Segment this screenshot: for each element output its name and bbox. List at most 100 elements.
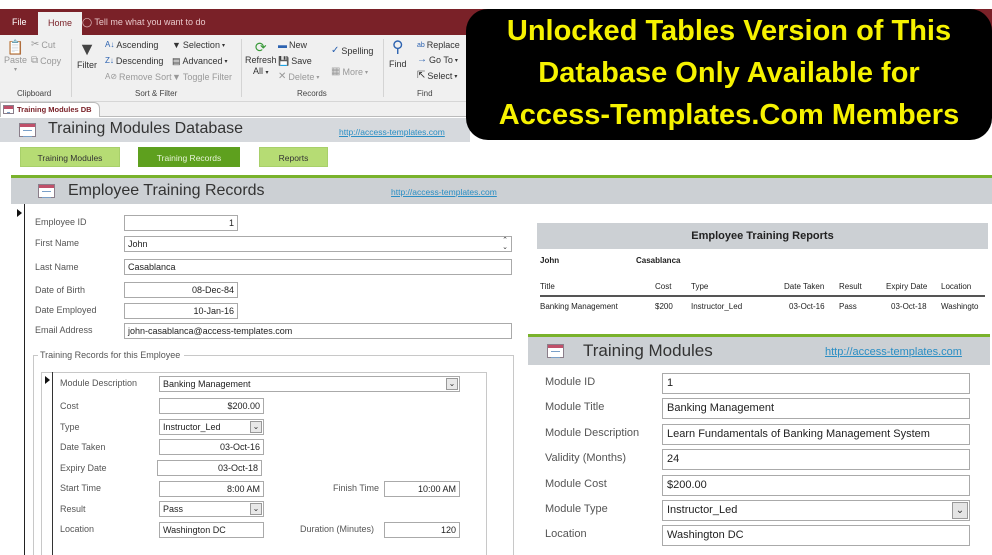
- arrow-right-icon: →: [417, 54, 427, 65]
- select-button[interactable]: ⇱ Select ▾: [417, 71, 457, 82]
- date-employed-field[interactable]: 10-Jan-16: [124, 303, 238, 319]
- cost-field[interactable]: $200.00: [159, 398, 264, 414]
- sort-descending-icon: Z↓: [105, 56, 114, 65]
- module-id-field[interactable]: 1: [662, 373, 970, 394]
- chevron-down-icon[interactable]: ⌄: [250, 421, 262, 433]
- location-field[interactable]: Washington DC: [662, 525, 970, 546]
- last-name-field[interactable]: Casablanca: [124, 259, 512, 275]
- remove-sort-icon: A⊘: [105, 72, 118, 81]
- duration-field[interactable]: 120: [384, 522, 460, 538]
- replace-button[interactable]: ab Replace: [417, 40, 460, 50]
- start-time-label: Start Time: [60, 483, 102, 493]
- records-group-label: Records: [297, 89, 327, 98]
- location-field[interactable]: Washington DC: [159, 522, 264, 538]
- advanced-button[interactable]: ▤ Advanced ▾: [172, 56, 228, 66]
- form-icon: [38, 184, 55, 198]
- subform-record-selector[interactable]: [41, 372, 53, 555]
- module-description-field[interactable]: Learn Fundamentals of Banking Management…: [662, 424, 970, 445]
- expiry-date-label: Expiry Date: [60, 463, 107, 473]
- toggle-filter-button[interactable]: ▼ Toggle Filter: [172, 72, 232, 82]
- clipboard-group-label: Clipboard: [17, 89, 52, 98]
- current-record-arrow-icon: [45, 376, 50, 384]
- chevron-down-icon[interactable]: ⌄: [250, 503, 262, 515]
- selection-button[interactable]: ▼ Selection ▾: [172, 40, 225, 50]
- module-description-combo[interactable]: Banking Management ⌄: [159, 376, 460, 392]
- refresh-all-button[interactable]: ⟳ Refresh All ▾: [245, 40, 277, 76]
- paste-button[interactable]: 📋 Paste ▾: [4, 40, 27, 73]
- scissors-icon: ✂: [31, 39, 40, 50]
- chevron-down-icon: ▾: [224, 58, 228, 65]
- ribbon-separator: [383, 39, 384, 97]
- spelling-check-icon: ✓: [331, 45, 340, 56]
- website-link[interactable]: http://access-templates.com: [339, 127, 445, 137]
- banner-line: Unlocked Tables Version of This: [506, 15, 952, 47]
- spelling-button[interactable]: ✓ Spelling: [331, 45, 373, 57]
- copy-button[interactable]: ⧉ Copy: [31, 55, 61, 67]
- start-time-field[interactable]: 8:00 AM: [159, 481, 264, 497]
- ribbon-separator: [241, 39, 242, 97]
- new-record-icon: ▬: [278, 39, 287, 50]
- training-records-group-label: Training Records for this Employee: [38, 350, 185, 360]
- new-record-button[interactable]: ▬ New: [278, 40, 307, 50]
- chevron-down-icon[interactable]: ⌄: [952, 502, 968, 519]
- nav-training-records[interactable]: Training Records: [138, 147, 240, 167]
- tab-home[interactable]: Home: [38, 12, 83, 35]
- save-icon: 💾: [278, 55, 290, 66]
- report-cell: $200: [655, 302, 673, 311]
- website-link[interactable]: http://access-templates.com: [391, 187, 497, 197]
- module-type-combo[interactable]: Instructor_Led ⌄: [662, 500, 970, 521]
- clipboard-icon: 📋: [6, 39, 25, 55]
- save-record-button[interactable]: 💾 Save: [278, 56, 312, 66]
- main-title: Training Modules Database: [48, 120, 244, 137]
- more-button[interactable]: ▦ More ▾: [331, 67, 368, 78]
- replace-icon: ab: [417, 41, 425, 49]
- module-type-label: Module Type: [545, 503, 608, 515]
- scroll-arrows-icon[interactable]: ⌃ ⌄: [501, 237, 509, 251]
- website-link[interactable]: http://access-templates.com: [825, 346, 962, 358]
- type-combo[interactable]: Instructor_Led ⌄: [159, 419, 264, 435]
- module-title-field[interactable]: Banking Management: [662, 398, 970, 419]
- find-button[interactable]: ⚲ Find: [389, 39, 407, 70]
- document-tab[interactable]: Training Modules DB: [0, 102, 100, 119]
- delete-record-button[interactable]: ✕ Delete ▾: [278, 72, 319, 83]
- first-name-field[interactable]: John ⌃ ⌄: [124, 236, 512, 252]
- chevron-down-icon[interactable]: ⌄: [446, 378, 458, 390]
- cut-button[interactable]: ✂ Cut: [31, 39, 55, 51]
- copy-icon: ⧉: [31, 55, 39, 66]
- result-combo[interactable]: Pass ⌄: [159, 501, 264, 517]
- magnifier-icon: ⚲: [391, 39, 404, 56]
- remove-sort-button[interactable]: A⊘ Remove Sort: [105, 72, 172, 82]
- location-label: Location: [545, 528, 587, 540]
- nav-reports[interactable]: Reports: [259, 147, 328, 167]
- finish-time-field[interactable]: 10:00 AM: [384, 481, 460, 497]
- funnel-icon: ▼: [78, 39, 96, 59]
- go-to-button[interactable]: → Go To ▾: [417, 54, 458, 66]
- employee-id-field[interactable]: 1: [124, 215, 238, 231]
- module-description-label: Module Description: [60, 378, 138, 388]
- validity-label: Validity (Months): [545, 452, 627, 464]
- validity-field[interactable]: 24: [662, 449, 970, 470]
- expiry-date-field[interactable]: 03-Oct-18: [157, 460, 262, 476]
- employee-id-label: Employee ID: [35, 217, 87, 227]
- report-column-header: Title: [540, 282, 555, 291]
- sort-ascending-icon: A↓: [105, 40, 115, 49]
- lightbulb-icon: ◯: [82, 17, 93, 27]
- module-title-label: Module Title: [545, 401, 605, 413]
- nav-training-modules[interactable]: Training Modules: [20, 147, 120, 167]
- report-cell: Washingto: [941, 302, 979, 311]
- record-selector[interactable]: [11, 204, 25, 555]
- ascending-button[interactable]: A↓ Ascending: [105, 40, 158, 50]
- module-cost-field[interactable]: $200.00: [662, 475, 970, 496]
- filter-button[interactable]: ▼ Filter: [77, 40, 97, 70]
- report-cell: Banking Management: [540, 302, 618, 311]
- tell-me-box[interactable]: ◯ Tell me what you want to do: [82, 9, 205, 35]
- sort-filter-group-label: Sort & Filter: [135, 89, 178, 98]
- date-taken-field[interactable]: 03-Oct-16: [159, 439, 264, 455]
- training-modules-header: Training Modules http://access-templates…: [528, 337, 990, 365]
- report-column-header: Cost: [655, 282, 672, 291]
- report-column-header: Date Taken: [784, 282, 825, 291]
- date-of-birth-field[interactable]: 08-Dec-84: [124, 282, 238, 298]
- descending-button[interactable]: Z↓ Descending: [105, 56, 163, 66]
- email-field[interactable]: john-casablanca@access-templates.com: [124, 323, 512, 339]
- tab-file[interactable]: File: [2, 9, 37, 35]
